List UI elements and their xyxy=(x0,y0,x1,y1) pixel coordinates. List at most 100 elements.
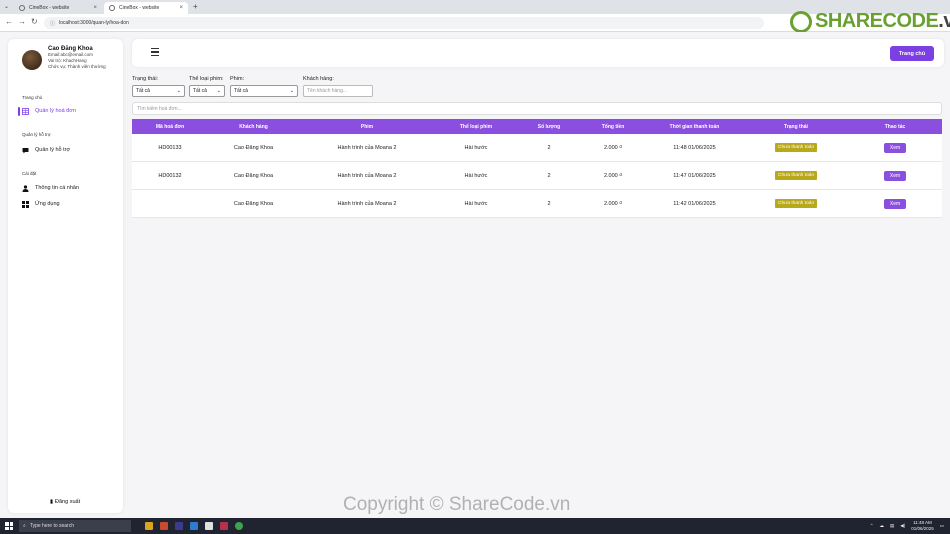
col-header-time: Thời gian thanh toán xyxy=(669,123,720,130)
cell-time: 11:47 01/06/2025 xyxy=(673,172,716,179)
file-explorer-icon[interactable] xyxy=(145,522,153,530)
customer-input[interactable]: Tên khách hàng... xyxy=(303,85,373,97)
browser-tab-2[interactable]: CineBox - website × xyxy=(104,2,188,14)
view-button[interactable]: Xem xyxy=(883,198,907,209)
search-icon: ⌕ xyxy=(23,523,26,529)
sharecode-logo-text: SHARECODE.vn xyxy=(815,10,950,32)
sharecode-logo: SHARECODE.vn xyxy=(790,10,950,33)
notification-icon[interactable]: ▭ xyxy=(940,523,944,529)
status-badge: Chưa thanh toán xyxy=(774,171,818,180)
chevron-up-icon[interactable]: ⌃ xyxy=(870,523,874,529)
col-header-customer: Khách hàng xyxy=(239,123,268,130)
cell-customer: Cao Đăng Khoa xyxy=(233,144,274,151)
sidebar-item-label: Thông tin cá nhân xyxy=(35,185,80,191)
view-button[interactable]: Xem xyxy=(883,142,907,153)
cell-time: 11:48 01/06/2025 xyxy=(673,144,716,151)
cell-id: HD00133 xyxy=(158,144,182,151)
section-title-support: Quản lý hỗ trợ xyxy=(22,132,51,137)
info-icon: ⓘ xyxy=(50,20,56,27)
clock[interactable]: 11:48 AM 01/06/2025 xyxy=(911,520,934,531)
status-filter: Trạng thái: Tất cả ⌄ xyxy=(132,76,185,97)
status-select[interactable]: Tất cả ⌄ xyxy=(132,85,185,97)
globe-icon xyxy=(109,5,115,11)
windows-start-icon[interactable] xyxy=(5,522,13,530)
user-position: Chức vụ: Thành viên thường xyxy=(48,64,106,69)
table-row: HD00133 Cao Đăng Khoa Hành trình của Moa… xyxy=(132,134,942,162)
cell-customer: Cao Đăng Khoa xyxy=(233,200,274,207)
cell-total: 2.000 ₫ xyxy=(603,172,623,179)
user-profile: Cao Đăng Khoa Email:abc@email.com Vai tr… xyxy=(22,46,106,70)
movie-filter: Phim: Tất cả ⌄ xyxy=(230,76,298,97)
cell-genre: Hài hước xyxy=(464,172,488,179)
taskbar-search[interactable]: ⌕ Type here to search xyxy=(19,520,131,532)
chevron-down-icon: ⌄ xyxy=(289,88,294,94)
table-row: HD00132 Cao Đăng Khoa Hành trình của Moa… xyxy=(132,162,942,190)
network-icon[interactable]: ▤ xyxy=(890,523,894,529)
customer-filter: Khách hàng: Tên khách hàng... xyxy=(303,76,373,97)
genre-select[interactable]: Tất cả ⌄ xyxy=(189,85,225,97)
cell-total: 2.000 ₫ xyxy=(603,200,623,207)
vscode-icon[interactable] xyxy=(190,522,198,530)
col-header-total: Tổng tiền xyxy=(601,123,625,130)
new-tab-button[interactable]: + xyxy=(193,2,198,11)
cell-total: 2.000 ₫ xyxy=(603,144,623,151)
app-icon[interactable] xyxy=(205,522,213,530)
sidebar-item-invoices[interactable]: Quản lý hoá đơn xyxy=(22,105,122,117)
close-tab-icon[interactable]: × xyxy=(179,5,183,11)
col-header-genre: Thể loại phim xyxy=(459,123,493,130)
forward-arrow-icon[interactable]: → xyxy=(18,17,26,26)
ide-app-icon[interactable] xyxy=(175,522,183,530)
cell-id: HD00132 xyxy=(158,172,182,179)
cell-movie: Hành trình của Moana 2 xyxy=(337,200,397,207)
top-bar: Trang chủ xyxy=(132,39,944,67)
browser-app-icon[interactable] xyxy=(160,522,168,530)
sidebar-item-label: Quản lý hỗ trợ xyxy=(35,147,71,153)
table-row: Cao Đăng Khoa Hành trình của Moana 2 Hài… xyxy=(132,190,942,218)
close-tab-icon[interactable]: × xyxy=(93,5,97,11)
logout-button[interactable]: ▮ Đăng xuất xyxy=(50,499,80,505)
col-header-id: Mã hoá đơn xyxy=(155,123,185,130)
status-badge: Chưa thanh toán xyxy=(774,199,818,208)
system-tray: ⌃ ☁ ▤ ◀) 11:48 AM 01/06/2025 ▭ xyxy=(870,520,944,531)
copyright-watermark: Copyright © ShareCode.vn xyxy=(343,494,571,515)
col-header-status: Trạng thái xyxy=(784,123,808,130)
chat-bubble-icon xyxy=(22,147,29,154)
cell-qty: 2 xyxy=(547,172,551,179)
movie-select[interactable]: Tất cả ⌄ xyxy=(230,85,298,97)
chrome-icon[interactable] xyxy=(235,522,243,530)
cell-genre: Hài hước xyxy=(464,144,488,151)
url-field[interactable]: ⓘ localhost:3000/quan-ly/hoa-don xyxy=(44,17,764,29)
reload-icon[interactable]: ↻ xyxy=(31,17,38,26)
search-input[interactable]: Tìm kiếm hoá đơn... xyxy=(132,102,942,115)
app-area: Cao Đăng Khoa Email:abc@email.com Vai tr… xyxy=(0,32,950,518)
section-title-settings: Cài đặt xyxy=(22,171,37,176)
browser-tab-title: CineBox - website xyxy=(119,5,160,11)
os-taskbar: ⌕ Type here to search ⌃ ☁ ▤ ◀) 11:48 AM … xyxy=(0,518,950,534)
tab-list-chevron-icon[interactable]: ⌄ xyxy=(4,3,9,10)
cell-genre: Hài hước xyxy=(464,200,488,207)
status-badge: Chưa thanh toán xyxy=(774,143,818,152)
taskbar-search-placeholder: Type here to search xyxy=(29,523,75,529)
home-button[interactable]: Trang chủ xyxy=(890,46,934,61)
customer-filter-label: Khách hàng: xyxy=(303,76,334,82)
sidebar-item-profile[interactable]: Thông tin cá nhân xyxy=(22,182,122,194)
view-button[interactable]: Xem xyxy=(883,170,907,181)
sidebar-item-support[interactable]: Quản lý hỗ trợ xyxy=(22,144,122,156)
genre-filter: Thể loại phim: Tất cả ⌄ xyxy=(189,76,225,97)
volume-icon[interactable]: ◀) xyxy=(900,523,905,529)
browser-tab-1[interactable]: CineBox - website × xyxy=(14,2,102,14)
hamburger-menu-icon[interactable] xyxy=(151,48,159,56)
cell-movie: Hành trình của Moana 2 xyxy=(337,172,397,179)
chevron-down-icon: ⌄ xyxy=(176,88,181,94)
back-arrow-icon[interactable]: ← xyxy=(5,17,13,26)
sidebar-item-apps[interactable]: Ứng dụng xyxy=(22,198,122,210)
table-header: Mã hoá đơn Khách hàng Phim Thể loại phim… xyxy=(132,119,942,134)
app-icon[interactable] xyxy=(220,522,228,530)
weather-icon[interactable]: ☁ xyxy=(879,523,884,529)
url-text: localhost:3000/quan-ly/hoa-don xyxy=(59,20,129,26)
user-icon xyxy=(22,184,29,192)
table-grid-icon xyxy=(22,107,29,115)
globe-icon xyxy=(19,5,25,11)
col-header-action: Thao tác xyxy=(884,123,906,130)
sidebar: Cao Đăng Khoa Email:abc@email.com Vai tr… xyxy=(8,39,123,513)
